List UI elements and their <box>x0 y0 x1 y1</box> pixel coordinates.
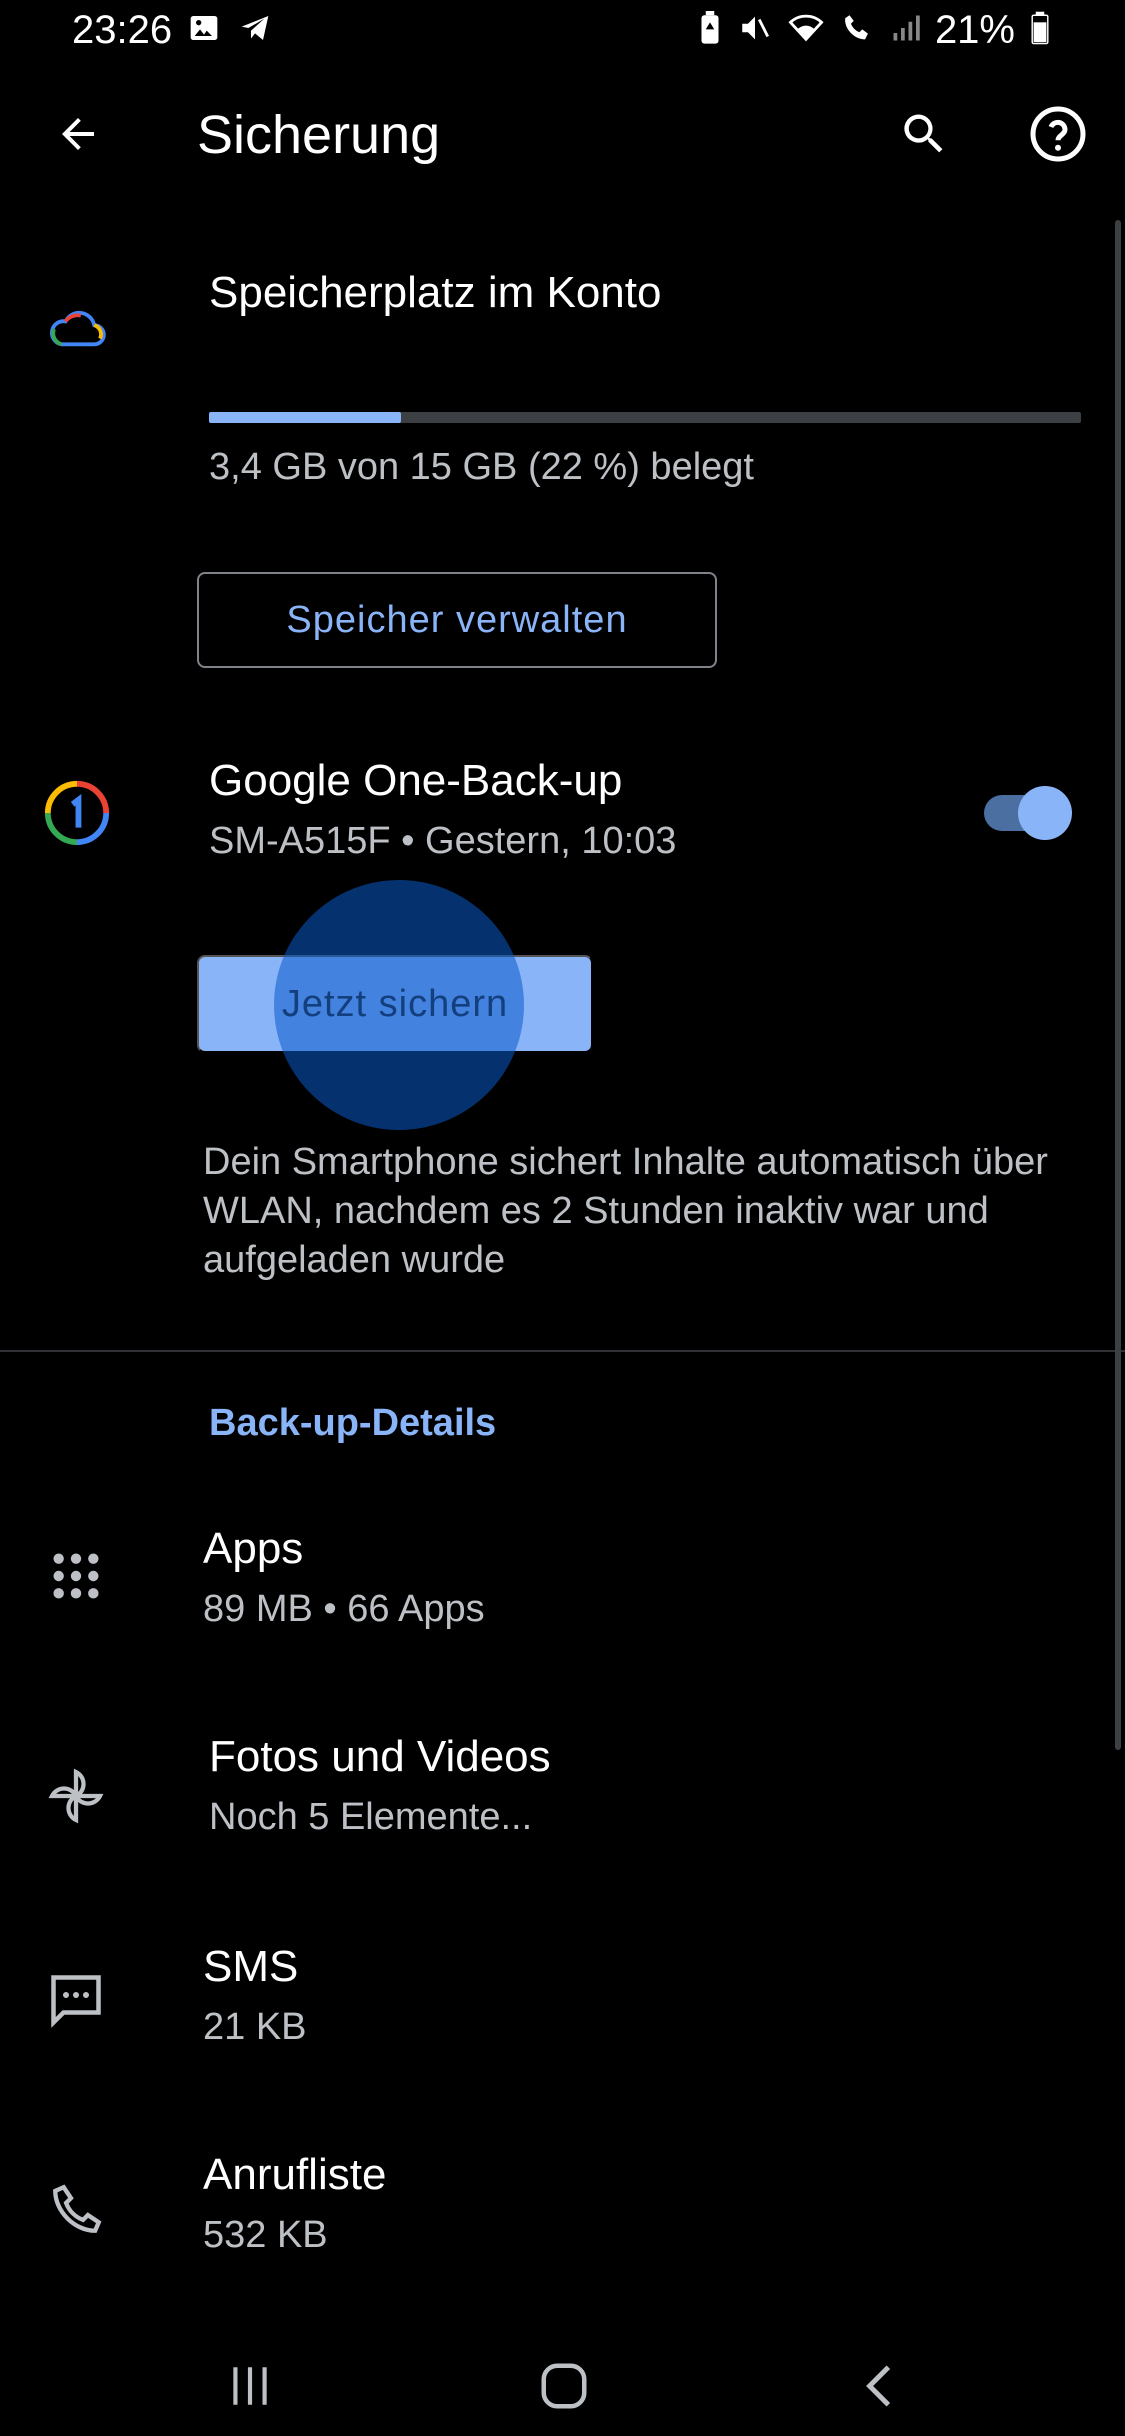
page-title: Sicherung <box>197 105 441 165</box>
mute-icon <box>737 11 773 50</box>
signal-icon <box>891 11 921 50</box>
search-button[interactable] <box>888 100 960 172</box>
home-button[interactable] <box>514 2340 614 2436</box>
wifi-call-icon <box>839 11 877 50</box>
status-right: 21% <box>697 8 1051 53</box>
help-button[interactable] <box>1022 100 1094 172</box>
home-icon <box>537 2359 591 2418</box>
backup-details-header: Back-up-Details <box>209 1402 497 1444</box>
storage-usage-text: 3,4 GB von 15 GB (22 %) belegt <box>209 446 754 488</box>
gallery-icon <box>188 12 220 49</box>
detail-item-apps[interactable]: Apps 89 MB • 66 Apps <box>0 1500 1125 1670</box>
cloud-icon <box>46 306 108 357</box>
back-nav-button[interactable] <box>830 2340 930 2436</box>
status-left-icons <box>188 12 272 49</box>
touch-ripple <box>274 880 524 1130</box>
message-icon <box>46 1970 106 2035</box>
detail-item-title: SMS <box>203 1942 299 1991</box>
backup-info-text: Dein Smartphone sichert Inhalte automati… <box>203 1141 1048 1281</box>
navigation-bar <box>0 2340 1125 2436</box>
storage-title: Speicherplatz im Konto <box>209 268 662 317</box>
detail-item-subtitle: 532 KB <box>203 2214 328 2256</box>
back-button[interactable] <box>42 100 114 172</box>
detail-item-title: Apps <box>203 1524 304 1573</box>
telegram-icon <box>238 12 272 49</box>
search-icon <box>898 108 950 165</box>
google-one-icon <box>42 778 112 853</box>
backup-title: Google One-Back-up <box>209 756 623 805</box>
apps-grid-icon <box>50 1550 102 1607</box>
scrollbar[interactable] <box>1115 220 1121 1750</box>
chevron-left-icon <box>855 2361 905 2416</box>
pinwheel-icon <box>44 1764 108 1833</box>
detail-item-title: Anrufliste <box>203 2150 387 2199</box>
arrow-back-icon <box>54 110 102 163</box>
toggle-knob <box>1018 786 1072 840</box>
detail-item-subtitle: Noch 5 Elemente... <box>209 1796 533 1838</box>
storage-progress-bar <box>209 412 1081 423</box>
phone-icon <box>48 2180 106 2243</box>
backup-subtitle: SM-A515F • Gestern, 10:03 <box>209 820 677 862</box>
status-time: 23:26 <box>72 8 173 52</box>
manage-storage-button[interactable]: Speicher verwalten <box>197 572 717 668</box>
help-icon <box>1028 104 1088 169</box>
divider <box>0 1350 1125 1352</box>
detail-item-title: Fotos und Videos <box>209 1732 551 1781</box>
battery-saver-icon <box>697 11 723 50</box>
storage-progress-fill <box>209 412 401 423</box>
recent-apps-button[interactable] <box>200 2340 300 2436</box>
battery-percent: 21% <box>934 8 1015 52</box>
detail-item-subtitle: 21 KB <box>203 2006 307 2048</box>
detail-item-call-log[interactable]: Anrufliste 532 KB <box>0 2126 1125 2296</box>
wifi-icon <box>787 11 825 50</box>
recent-apps-icon <box>225 2361 275 2416</box>
battery-icon <box>1029 11 1051 50</box>
detail-item-photos[interactable]: Fotos und Videos Noch 5 Elemente... <box>0 1708 1125 1878</box>
detail-item-sms[interactable]: SMS 21 KB <box>0 1918 1125 2088</box>
detail-item-subtitle: 89 MB • 66 Apps <box>203 1588 485 1630</box>
